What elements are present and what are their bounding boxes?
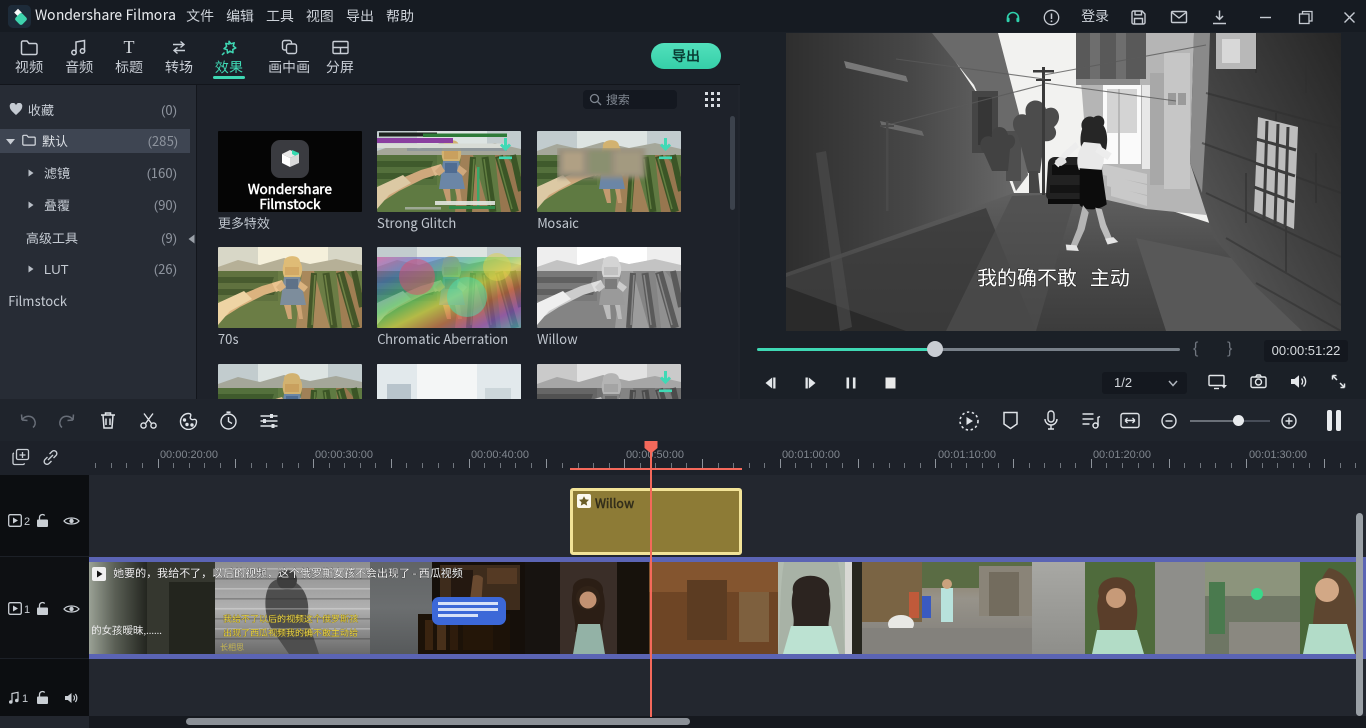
- svg-text:的女孩暧昧,......: 的女孩暧昧,......: [91, 623, 162, 638]
- svg-text:长相思: 长相思: [220, 642, 244, 653]
- svg-text:1: 1: [22, 693, 28, 704]
- svg-text:1: 1: [24, 604, 30, 615]
- svg-text:我给不了以后的视频这个俄罗斯孩: 我给不了以后的视频这个俄罗斯孩: [223, 612, 358, 625]
- svg-text:她要的，我给不了，以后的视频，这个俄罗斯女孩不会出现了 -: 她要的，我给不了，以后的视频，这个俄罗斯女孩不会出现了 - 西瓜视频: [113, 565, 463, 581]
- svg-text:2: 2: [24, 516, 30, 527]
- svg-text:出现了西瓜视频我的确不敢主动给: 出现了西瓜视频我的确不敢主动给: [223, 626, 358, 639]
- svg-text:我的确不敢主动: 我的确不敢主动: [977, 262, 1130, 291]
